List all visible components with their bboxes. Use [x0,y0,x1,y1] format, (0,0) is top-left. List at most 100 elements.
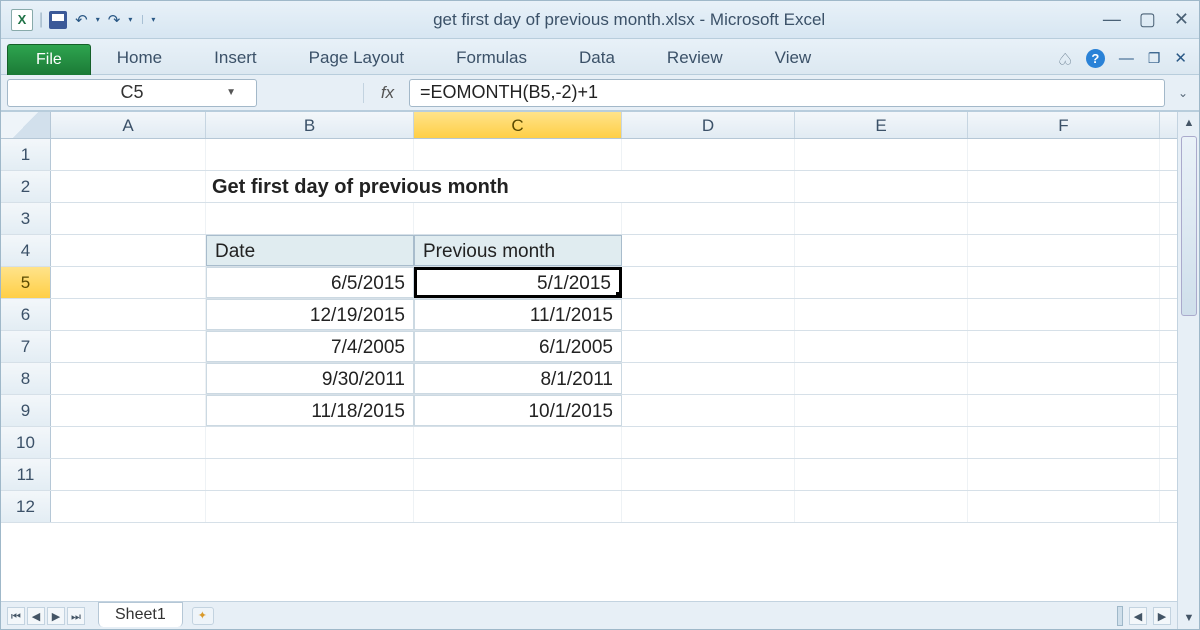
cell-b8[interactable]: 9/30/2011 [206,363,414,394]
cell-e5[interactable] [795,267,968,298]
cell-e2[interactable] [795,171,968,202]
cell-a8[interactable] [51,363,206,394]
cell-e9[interactable] [795,395,968,426]
customize-qat-icon[interactable]: ▾ [142,15,155,24]
col-header-b[interactable]: B [206,112,414,138]
row-header-4[interactable]: 4 [1,235,51,266]
formula-input[interactable]: =EOMONTH(B5,-2)+1 [409,79,1165,107]
cell-c12[interactable] [414,491,622,522]
cell-e11[interactable] [795,459,968,490]
scroll-up-icon[interactable]: ▲ [1178,112,1199,134]
cell-d1[interactable] [622,139,795,170]
row-header-11[interactable]: 11 [1,459,51,490]
cell-d10[interactable] [622,427,795,458]
new-sheet-icon[interactable] [192,607,214,625]
row-header-8[interactable]: 8 [1,363,51,394]
tab-review[interactable]: Review [641,42,749,74]
cell-a2[interactable] [51,171,206,202]
tab-view[interactable]: View [749,42,838,74]
cell-c11[interactable] [414,459,622,490]
cell-b12[interactable] [206,491,414,522]
cell-c4-header[interactable]: Previous month [414,235,622,266]
row-header-9[interactable]: 9 [1,395,51,426]
maximize-icon[interactable]: ▢ [1139,9,1156,30]
tab-data[interactable]: Data [553,42,641,74]
tab-splitter[interactable] [1117,606,1123,626]
row-header-6[interactable]: 6 [1,299,51,330]
col-header-d[interactable]: D [622,112,795,138]
cell-f10[interactable] [968,427,1160,458]
cell-c7[interactable]: 6/1/2005 [414,331,622,362]
col-header-c[interactable]: C [414,112,622,138]
redo-icon[interactable]: ↷ [106,11,123,29]
cell-f7[interactable] [968,331,1160,362]
workbook-close-icon[interactable]: ✕ [1174,49,1187,67]
cell-d5[interactable] [622,267,795,298]
help-icon[interactable]: ? [1086,49,1105,68]
cell-f8[interactable] [968,363,1160,394]
col-header-a[interactable]: A [51,112,206,138]
cell-c10[interactable] [414,427,622,458]
cell-d4[interactable] [622,235,795,266]
cell-f5[interactable] [968,267,1160,298]
cell-e6[interactable] [795,299,968,330]
col-header-f[interactable]: F [968,112,1160,138]
row-header-3[interactable]: 3 [1,203,51,234]
cell-d8[interactable] [622,363,795,394]
cell-a5[interactable] [51,267,206,298]
cell-f3[interactable] [968,203,1160,234]
close-icon[interactable]: ✕ [1174,9,1189,30]
cell-c5-selected[interactable]: 5/1/2015 [414,267,622,298]
cell-a6[interactable] [51,299,206,330]
undo-dropdown-icon[interactable]: ▾ [96,15,100,24]
hscroll-right-icon[interactable]: ▶ [1153,607,1171,625]
scroll-down-icon[interactable]: ▼ [1178,607,1199,629]
save-icon[interactable] [49,11,67,29]
sheet-tab-sheet1[interactable]: Sheet1 [98,602,183,627]
cell-f1[interactable] [968,139,1160,170]
row-header-12[interactable]: 12 [1,491,51,522]
cell-b4-header[interactable]: Date [206,235,414,266]
cell-d7[interactable] [622,331,795,362]
minimize-icon[interactable]: ― [1103,9,1121,30]
cell-a11[interactable] [51,459,206,490]
redo-dropdown-icon[interactable]: ▾ [128,15,132,24]
excel-logo-icon[interactable]: X [11,9,33,31]
cell-f4[interactable] [968,235,1160,266]
cell-b7[interactable]: 7/4/2005 [206,331,414,362]
row-header-10[interactable]: 10 [1,427,51,458]
sheet-nav-next-icon[interactable]: ▶ [47,607,65,625]
cell-f11[interactable] [968,459,1160,490]
row-header-7[interactable]: 7 [1,331,51,362]
cell-e10[interactable] [795,427,968,458]
cell-a1[interactable] [51,139,206,170]
cell-b10[interactable] [206,427,414,458]
cell-e4[interactable] [795,235,968,266]
row-header-5[interactable]: 5 [1,267,51,298]
cell-d6[interactable] [622,299,795,330]
cell-c3[interactable] [414,203,622,234]
cell-a9[interactable] [51,395,206,426]
file-tab[interactable]: File [7,44,91,75]
name-box-dropdown-icon[interactable]: ▼ [226,87,236,98]
cell-b11[interactable] [206,459,414,490]
scroll-thumb[interactable] [1181,136,1197,316]
tab-insert[interactable]: Insert [188,42,283,74]
cell-b1[interactable] [206,139,414,170]
cell-a3[interactable] [51,203,206,234]
cell-b5[interactable]: 6/5/2015 [206,267,414,298]
cell-c6[interactable]: 11/1/2015 [414,299,622,330]
cell-e1[interactable] [795,139,968,170]
undo-icon[interactable]: ↶ [73,11,90,29]
name-box[interactable]: C5 ▼ [7,79,257,107]
hscroll-left-icon[interactable]: ◀ [1129,607,1147,625]
workbook-minimize-icon[interactable]: ― [1119,50,1134,67]
workbook-restore-icon[interactable]: ❐ [1148,50,1161,67]
cell-e3[interactable] [795,203,968,234]
cell-a12[interactable] [51,491,206,522]
cell-c1[interactable] [414,139,622,170]
expand-formula-bar-icon[interactable]: ⌄ [1173,86,1193,100]
cell-d3[interactable] [622,203,795,234]
cell-e8[interactable] [795,363,968,394]
cell-f12[interactable] [968,491,1160,522]
